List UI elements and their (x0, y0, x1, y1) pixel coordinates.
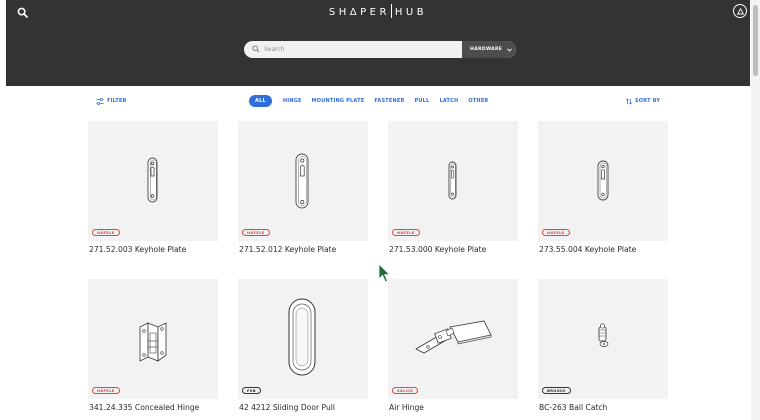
filter-label: FILTER (107, 98, 127, 104)
tab-all[interactable]: ALL (249, 94, 272, 107)
brand-badge: FSB (242, 387, 261, 394)
filter-button[interactable]: FILTER (96, 96, 127, 106)
product-title: 271.52.012 Keyhole Plate (239, 245, 337, 254)
search-input[interactable] (264, 41, 459, 58)
category-tabs: ALL HINGE MOUNTING PLATE FASTENER PULL L… (249, 94, 499, 107)
tab-pull[interactable]: PULL (415, 98, 430, 104)
brand-badge: HÄFELE (542, 229, 570, 236)
product-title: 271.52.003 Keyhole Plate (89, 245, 187, 254)
brand-badge: HÄFELE (392, 229, 420, 236)
top-header: SHΔPER HUB HARDWARE (6, 0, 750, 86)
shaper-hub-logo[interactable]: SHΔPER HUB (6, 4, 750, 18)
scrollbar-thumb[interactable] (753, 5, 758, 76)
filter-icon (96, 97, 104, 105)
sliding-door-pull-icon (288, 298, 316, 376)
hardware-dropdown-label: HARDWARE (470, 47, 503, 52)
keyhole-plate-icon (295, 153, 309, 209)
product-image: SALICE (388, 279, 518, 399)
account-button[interactable] (733, 4, 747, 18)
logo-suffix: HUB (394, 7, 428, 18)
tab-latch[interactable]: LATCH (439, 98, 458, 104)
product-title: Air Hinge (389, 403, 424, 412)
concealed-hinge-icon (139, 322, 167, 362)
tab-mounting-plate[interactable]: MOUNTING PLATE (312, 98, 365, 104)
product-image: BRUSSO (538, 279, 668, 399)
sort-icon (626, 98, 632, 104)
air-hinge-icon (415, 320, 492, 354)
sort-button[interactable]: SORT BY (626, 96, 660, 106)
brand-badge: BRUSSO (542, 387, 571, 394)
product-image: HÄFELE (88, 121, 218, 241)
shaper-account-icon (736, 7, 744, 15)
search-icon (252, 45, 260, 53)
product-image: HÄFELE (388, 121, 518, 241)
mouse-cursor-icon (378, 263, 391, 283)
product-image: FSB (238, 279, 368, 399)
hardware-dropdown[interactable]: HARDWARE (462, 41, 516, 58)
tab-other[interactable]: OTHER (468, 98, 488, 104)
product-title: 341.24.335 Concealed Hinge (89, 403, 200, 412)
tab-fastener[interactable]: FASTENER (374, 98, 404, 104)
brand-badge: HÄFELE (92, 387, 120, 394)
product-title: 271.53.000 Keyhole Plate (389, 245, 487, 254)
product-image: HÄFELE (538, 121, 668, 241)
keyhole-plate-icon (147, 157, 158, 203)
ball-catch-icon (598, 323, 609, 347)
product-image: HÄFELE (88, 279, 218, 399)
product-title: 273.55.004 Keyhole Plate (539, 245, 637, 254)
product-title: BC-263 Ball Catch (539, 403, 608, 412)
brand-badge: HÄFELE (92, 229, 120, 236)
chevron-down-icon (507, 47, 513, 52)
brand-badge: HÄFELE (242, 229, 270, 236)
tab-hinge[interactable]: HINGE (283, 98, 302, 104)
page-scrollbar[interactable] (751, 0, 760, 420)
sort-label: SORT BY (635, 98, 661, 104)
logo-divider (390, 4, 392, 18)
search-bar: HARDWARE (244, 41, 516, 58)
product-title: 42 4212 Sliding Door Pull (239, 403, 335, 412)
brand-badge: SALICE (392, 387, 419, 394)
logo-text: SHΔPER (328, 7, 390, 18)
product-image: HÄFELE (238, 121, 368, 241)
keyhole-plate-icon (597, 160, 609, 201)
keyhole-plate-icon (448, 161, 457, 200)
